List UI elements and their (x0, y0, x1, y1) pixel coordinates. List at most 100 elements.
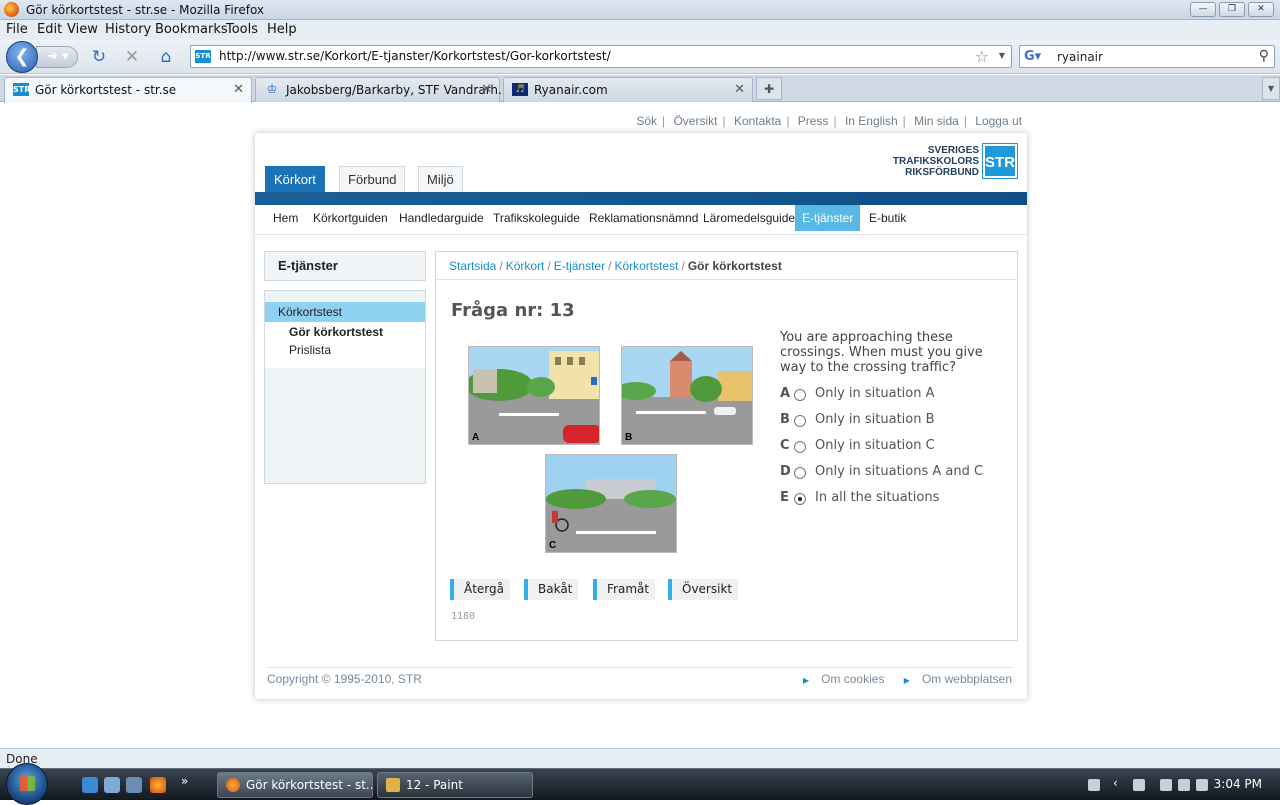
util-link-kontakta[interactable]: Kontakta (734, 114, 781, 128)
option-b-radio[interactable] (794, 415, 806, 427)
minimize-button[interactable]: — (1190, 2, 1216, 17)
breadcrumb: Startsida / Körkort / E-tjänster / Körkortstes… (436, 252, 1017, 280)
taskbar-paint[interactable]: 12 - Paint (377, 772, 533, 798)
nav-korkortguiden[interactable]: Körkortguiden (306, 205, 395, 231)
menu-history[interactable]: History (105, 22, 151, 37)
util-link-min-sida[interactable]: Min sida (914, 114, 959, 128)
menu-tools[interactable]: Tools (226, 22, 258, 37)
option-letter: D (780, 464, 791, 479)
section-tab-miljo[interactable]: Miljö (418, 166, 463, 192)
breadcrumb-korkortstest[interactable]: Körkortstest (614, 259, 678, 273)
menu-help[interactable]: Help (267, 22, 297, 37)
overview-button[interactable]: Översikt (668, 579, 739, 600)
search-icon[interactable]: ⚲ (1259, 48, 1269, 64)
switch-windows-icon[interactable] (126, 777, 142, 793)
tab-list-button[interactable]: ▼ (1262, 77, 1280, 100)
tab-jakobsberg[interactable]: ♔ Jakobsberg/Barkarby, STF Vandrarh... ✕ (255, 77, 509, 102)
keyboard-icon[interactable] (1088, 779, 1100, 791)
start-button[interactable] (6, 763, 48, 805)
firefox-icon (226, 778, 240, 792)
nav-hem[interactable]: Hem (266, 205, 305, 231)
url-text[interactable]: http://www.str.se/Korkort/E-tjanster/Kor… (219, 49, 611, 63)
breadcrumb-korkort[interactable]: Körkort (506, 259, 545, 273)
option-letter: E (780, 490, 789, 505)
util-link-english[interactable]: In English (845, 114, 898, 128)
util-link-press[interactable]: Press (798, 114, 829, 128)
network-icon[interactable] (1178, 779, 1190, 791)
breadcrumb-startsida[interactable]: Startsida (449, 259, 496, 273)
maximize-button[interactable]: ❐ (1219, 2, 1245, 17)
forward-button[interactable]: ➜ ▾ (36, 46, 78, 68)
clock[interactable]: 3:04 PM (1214, 777, 1262, 791)
util-link-logga-ut[interactable]: Logga ut (975, 114, 1022, 128)
ie-icon[interactable] (82, 777, 98, 793)
taskbar-firefox[interactable]: Gör körkortstest - st... (217, 772, 373, 798)
option-d-radio[interactable] (794, 467, 806, 479)
breadcrumb-e-tjanster[interactable]: E-tjänster (554, 259, 605, 273)
nav-handledarguide[interactable]: Handledarguide (392, 205, 491, 231)
search-input[interactable]: ryainair (1057, 50, 1103, 64)
previous-button[interactable]: Bakåt (524, 579, 579, 600)
sidebar-item-prislista[interactable]: Prislista (265, 340, 425, 368)
google-icon[interactable]: G▾ (1024, 49, 1041, 64)
util-link-oversikt[interactable]: Översikt (673, 114, 717, 128)
section-tab-forbund[interactable]: Förbund (339, 166, 406, 192)
close-tab-icon[interactable]: ✕ (734, 82, 745, 97)
nav-e-tjanster[interactable]: E-tjänster (795, 205, 861, 231)
question-title: Fråga nr: 13 (451, 300, 575, 321)
nav-laromedelsguide[interactable]: Läromedelsguide (696, 205, 802, 231)
close-tab-icon[interactable]: ✕ (233, 82, 244, 97)
url-dropdown-icon[interactable]: ▼ (999, 51, 1005, 60)
stop-icon[interactable]: ✕ (121, 46, 143, 68)
nav-e-butik[interactable]: E-butik (862, 205, 913, 231)
menu-bookmarks[interactable]: Bookmarks (155, 22, 228, 37)
tray-device-icon[interactable] (1133, 779, 1145, 791)
tray-clipboard-icon[interactable] (1160, 779, 1172, 791)
volume-icon[interactable] (1196, 779, 1208, 791)
header-bar (255, 192, 1027, 205)
back-button[interactable]: ❮ (6, 41, 38, 73)
return-button[interactable]: Återgå (450, 579, 510, 600)
footer-link-cookies[interactable]: ▶ Om cookies (795, 672, 885, 686)
option-a-radio[interactable] (794, 389, 806, 401)
menu-bar: File Edit View History Bookmarks Tools H… (0, 20, 1280, 40)
situation-image-b: B (621, 346, 753, 445)
option-e-radio[interactable] (794, 493, 806, 505)
sidebar-item-korkortstest[interactable]: Körkortstest (265, 302, 425, 323)
ryanair-harp-icon: ♬ (512, 83, 528, 96)
nav-reklamationsnamnd[interactable]: Reklamationsnämnd (582, 205, 705, 231)
firefox-quicklaunch-icon[interactable] (150, 777, 166, 793)
image-label-a: A (472, 432, 480, 443)
reload-icon[interactable]: ↻ (88, 46, 110, 68)
close-window-button[interactable]: ✕ (1248, 2, 1274, 17)
section-tab-korkort[interactable]: Körkort (265, 166, 325, 192)
next-button[interactable]: Framåt (593, 579, 656, 600)
str-logo[interactable]: SVERIGES TRAFIKSKOLORS RIKSFÖRBUND STR (891, 143, 1018, 179)
quicklaunch-more-icon[interactable]: » (181, 774, 188, 788)
close-tab-icon[interactable]: ✕ (481, 82, 492, 97)
footer-link-webbplatsen[interactable]: ▶ Om webbplatsen (896, 672, 1012, 686)
util-link-sok[interactable]: Sök (636, 114, 657, 128)
option-text: Only in situation B (815, 412, 935, 427)
tray-expand-icon[interactable]: ‹ (1113, 776, 1118, 790)
paint-icon (386, 778, 400, 792)
show-desktop-icon[interactable] (104, 777, 120, 793)
tab-ryanair[interactable]: ♬ Ryanair.com ✕ (503, 77, 753, 102)
page-container: SVERIGES TRAFIKSKOLORS RIKSFÖRBUND STR K… (255, 133, 1027, 699)
option-c-radio[interactable] (794, 441, 806, 453)
url-bar[interactable]: STR http://www.str.se/Korkort/E-tjanster… (190, 45, 1012, 68)
situation-image-a: A (468, 346, 600, 445)
menu-edit[interactable]: Edit (37, 22, 62, 37)
new-tab-button[interactable]: ✚ (756, 77, 782, 100)
menu-view[interactable]: View (67, 22, 98, 37)
bookmark-star-icon[interactable]: ☆ (975, 47, 989, 66)
option-letter: A (780, 386, 791, 401)
search-bar[interactable]: G▾ ryainair ⚲ (1019, 45, 1275, 68)
tab-str[interactable]: STR Gör körkortstest - str.se ✕ (4, 77, 252, 103)
forward-arrow-icon: ➜ ▾ (47, 49, 69, 64)
menu-file[interactable]: File (6, 22, 28, 37)
copyright-text: Copyright © 1995-2010, STR (267, 672, 422, 686)
nav-trafikskoleguide[interactable]: Trafikskoleguide (486, 205, 587, 231)
home-icon[interactable]: ⌂ (155, 46, 177, 68)
firefox-icon (4, 2, 19, 17)
